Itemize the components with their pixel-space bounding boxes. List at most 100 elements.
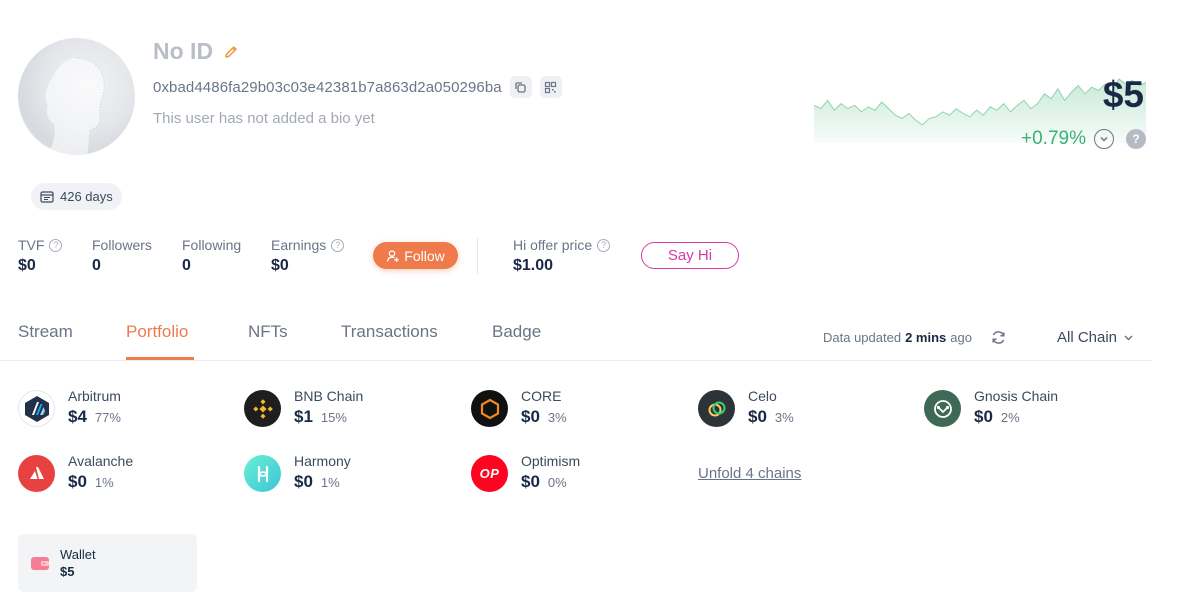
chain-name: Gnosis Chain xyxy=(974,388,1059,404)
core-icon xyxy=(471,390,508,427)
chain-item-avalanche[interactable]: Avalanche $0 1% xyxy=(18,453,133,492)
wallet-card[interactable]: Wallet $5 xyxy=(18,534,197,592)
wallet-address: 0xbad4486fa29b03c03e42381b7a863d2a050296… xyxy=(153,78,502,96)
expand-chart-button[interactable] xyxy=(1093,129,1114,149)
chain-item-gnosis-chain[interactable]: Gnosis Chain $0 2% xyxy=(924,388,1058,427)
harmony-icon xyxy=(244,455,281,492)
avalanche-icon xyxy=(18,455,55,492)
membership-days: 426 days xyxy=(60,189,113,204)
chain-item-arbitrum[interactable]: Arbitrum $4 77% xyxy=(18,388,121,427)
celo-icon xyxy=(698,390,735,427)
follow-button[interactable]: Follow xyxy=(373,242,458,269)
stat-following-value: 0 xyxy=(182,257,191,274)
data-updated-time: 2 mins xyxy=(905,330,947,345)
divider xyxy=(477,238,478,274)
chain-percent: 2% xyxy=(1000,410,1020,425)
stat-followers[interactable]: Followers 0 xyxy=(92,237,152,275)
stat-hi-offer-label: Hi offer price xyxy=(513,237,593,253)
info-icon[interactable]: ? xyxy=(331,238,345,252)
tabs-divider xyxy=(0,360,1152,361)
data-updated-prefix: Data updated xyxy=(823,330,902,345)
arbitrum-icon xyxy=(18,390,55,427)
stat-following-label: Following xyxy=(182,237,242,253)
stat-following[interactable]: Following 0 xyxy=(182,237,241,275)
membership-days-badge: 426 days xyxy=(31,183,122,210)
tab-nfts[interactable]: NFTs xyxy=(248,322,341,360)
profile-name: No ID xyxy=(153,38,214,64)
bnb-icon xyxy=(244,390,281,427)
chain-percent: 3% xyxy=(774,410,794,425)
wallet-label: Wallet xyxy=(60,547,96,562)
stat-tvf-value: $0 xyxy=(18,257,36,274)
chain-name: Optimism xyxy=(521,453,581,469)
info-icon[interactable]: ? xyxy=(49,238,63,252)
qr-code-icon xyxy=(545,81,557,93)
wallet-value: $5 xyxy=(60,564,75,579)
chain-value: $0 xyxy=(68,472,87,491)
stat-followers-label: Followers xyxy=(92,237,152,253)
unfold-chains-link[interactable]: Unfold 4 chains xyxy=(698,465,801,482)
info-icon[interactable]: ? xyxy=(597,238,611,252)
profile-tabs: Stream Portfolio NFTs Transactions Badge xyxy=(18,322,552,360)
chain-item-celo[interactable]: Celo $0 3% xyxy=(698,388,794,427)
stat-followers-value: 0 xyxy=(92,257,101,274)
stat-earnings-label: Earnings xyxy=(271,237,327,253)
chain-name: Arbitrum xyxy=(68,388,121,404)
edit-pencil-icon[interactable] xyxy=(223,44,239,60)
stat-tvf: TVF? $0 xyxy=(18,237,63,275)
avatar xyxy=(18,38,135,155)
copy-icon xyxy=(515,81,526,93)
chain-item-core[interactable]: CORE $0 3% xyxy=(471,388,567,427)
calendar-icon xyxy=(40,191,54,203)
chain-percent: 0% xyxy=(547,475,567,490)
add-user-icon xyxy=(387,249,399,262)
net-worth-change: +0.79% xyxy=(1021,128,1086,149)
chevron-down-icon xyxy=(1124,335,1133,341)
chain-value: $0 xyxy=(521,407,540,426)
tab-transactions[interactable]: Transactions xyxy=(341,322,492,360)
chain-item-harmony[interactable]: Harmony $0 1% xyxy=(244,453,351,492)
net-worth-value: $5 xyxy=(1102,74,1144,115)
refresh-icon[interactable] xyxy=(990,329,1007,346)
chain-name: Harmony xyxy=(294,453,351,469)
data-updated-suffix: ago xyxy=(950,330,972,345)
stat-hi-offer-value: $1.00 xyxy=(513,257,554,274)
chain-item-optimism[interactable]: OP Optimism $0 0% xyxy=(471,453,580,492)
chain-value: $0 xyxy=(748,407,767,426)
chain-name: BNB Chain xyxy=(294,388,364,404)
help-icon[interactable]: ? xyxy=(1125,129,1146,149)
stat-earnings: Earnings? $0 xyxy=(271,237,345,275)
chain-value: $0 xyxy=(294,472,313,491)
chain-value: $1 xyxy=(294,407,313,426)
stat-earnings-value: $0 xyxy=(271,257,289,274)
chain-percent: 77% xyxy=(94,410,121,425)
chain-filter-label: All Chain xyxy=(1057,329,1118,346)
chevron-down-icon xyxy=(1100,136,1108,142)
profile-bio: This user has not added a bio yet xyxy=(153,110,375,127)
stat-tvf-label: TVF xyxy=(18,237,45,253)
optimism-icon: OP xyxy=(471,455,508,492)
chain-name: Celo xyxy=(748,388,777,404)
chain-percent: 1% xyxy=(94,475,114,490)
chain-value: $0 xyxy=(974,407,993,426)
chain-percent: 1% xyxy=(320,475,340,490)
chain-filter-dropdown[interactable]: All Chain xyxy=(1057,329,1134,346)
chain-name: CORE xyxy=(521,388,562,404)
avatar-silhouette-icon xyxy=(45,57,105,155)
chain-percent: 3% xyxy=(547,410,567,425)
follow-button-label: Follow xyxy=(404,247,445,264)
tab-stream[interactable]: Stream xyxy=(18,322,126,360)
wallet-icon xyxy=(31,557,49,570)
copy-address-button[interactable] xyxy=(509,76,532,98)
chain-item-bnb-chain[interactable]: BNB Chain $1 15% xyxy=(244,388,363,427)
say-hi-button[interactable]: Say Hi xyxy=(641,242,739,269)
tab-portfolio[interactable]: Portfolio xyxy=(126,322,194,360)
chain-percent: 15% xyxy=(320,410,347,425)
tab-badge[interactable]: Badge xyxy=(492,322,552,360)
data-updated-status: Data updated 2 mins ago xyxy=(823,330,972,345)
chain-value: $0 xyxy=(521,472,540,491)
chain-value: $4 xyxy=(68,407,87,426)
gnosis-icon xyxy=(924,390,961,427)
qr-code-button[interactable] xyxy=(539,76,562,98)
stat-hi-offer-price: Hi offer price? $1.00 xyxy=(513,237,611,275)
